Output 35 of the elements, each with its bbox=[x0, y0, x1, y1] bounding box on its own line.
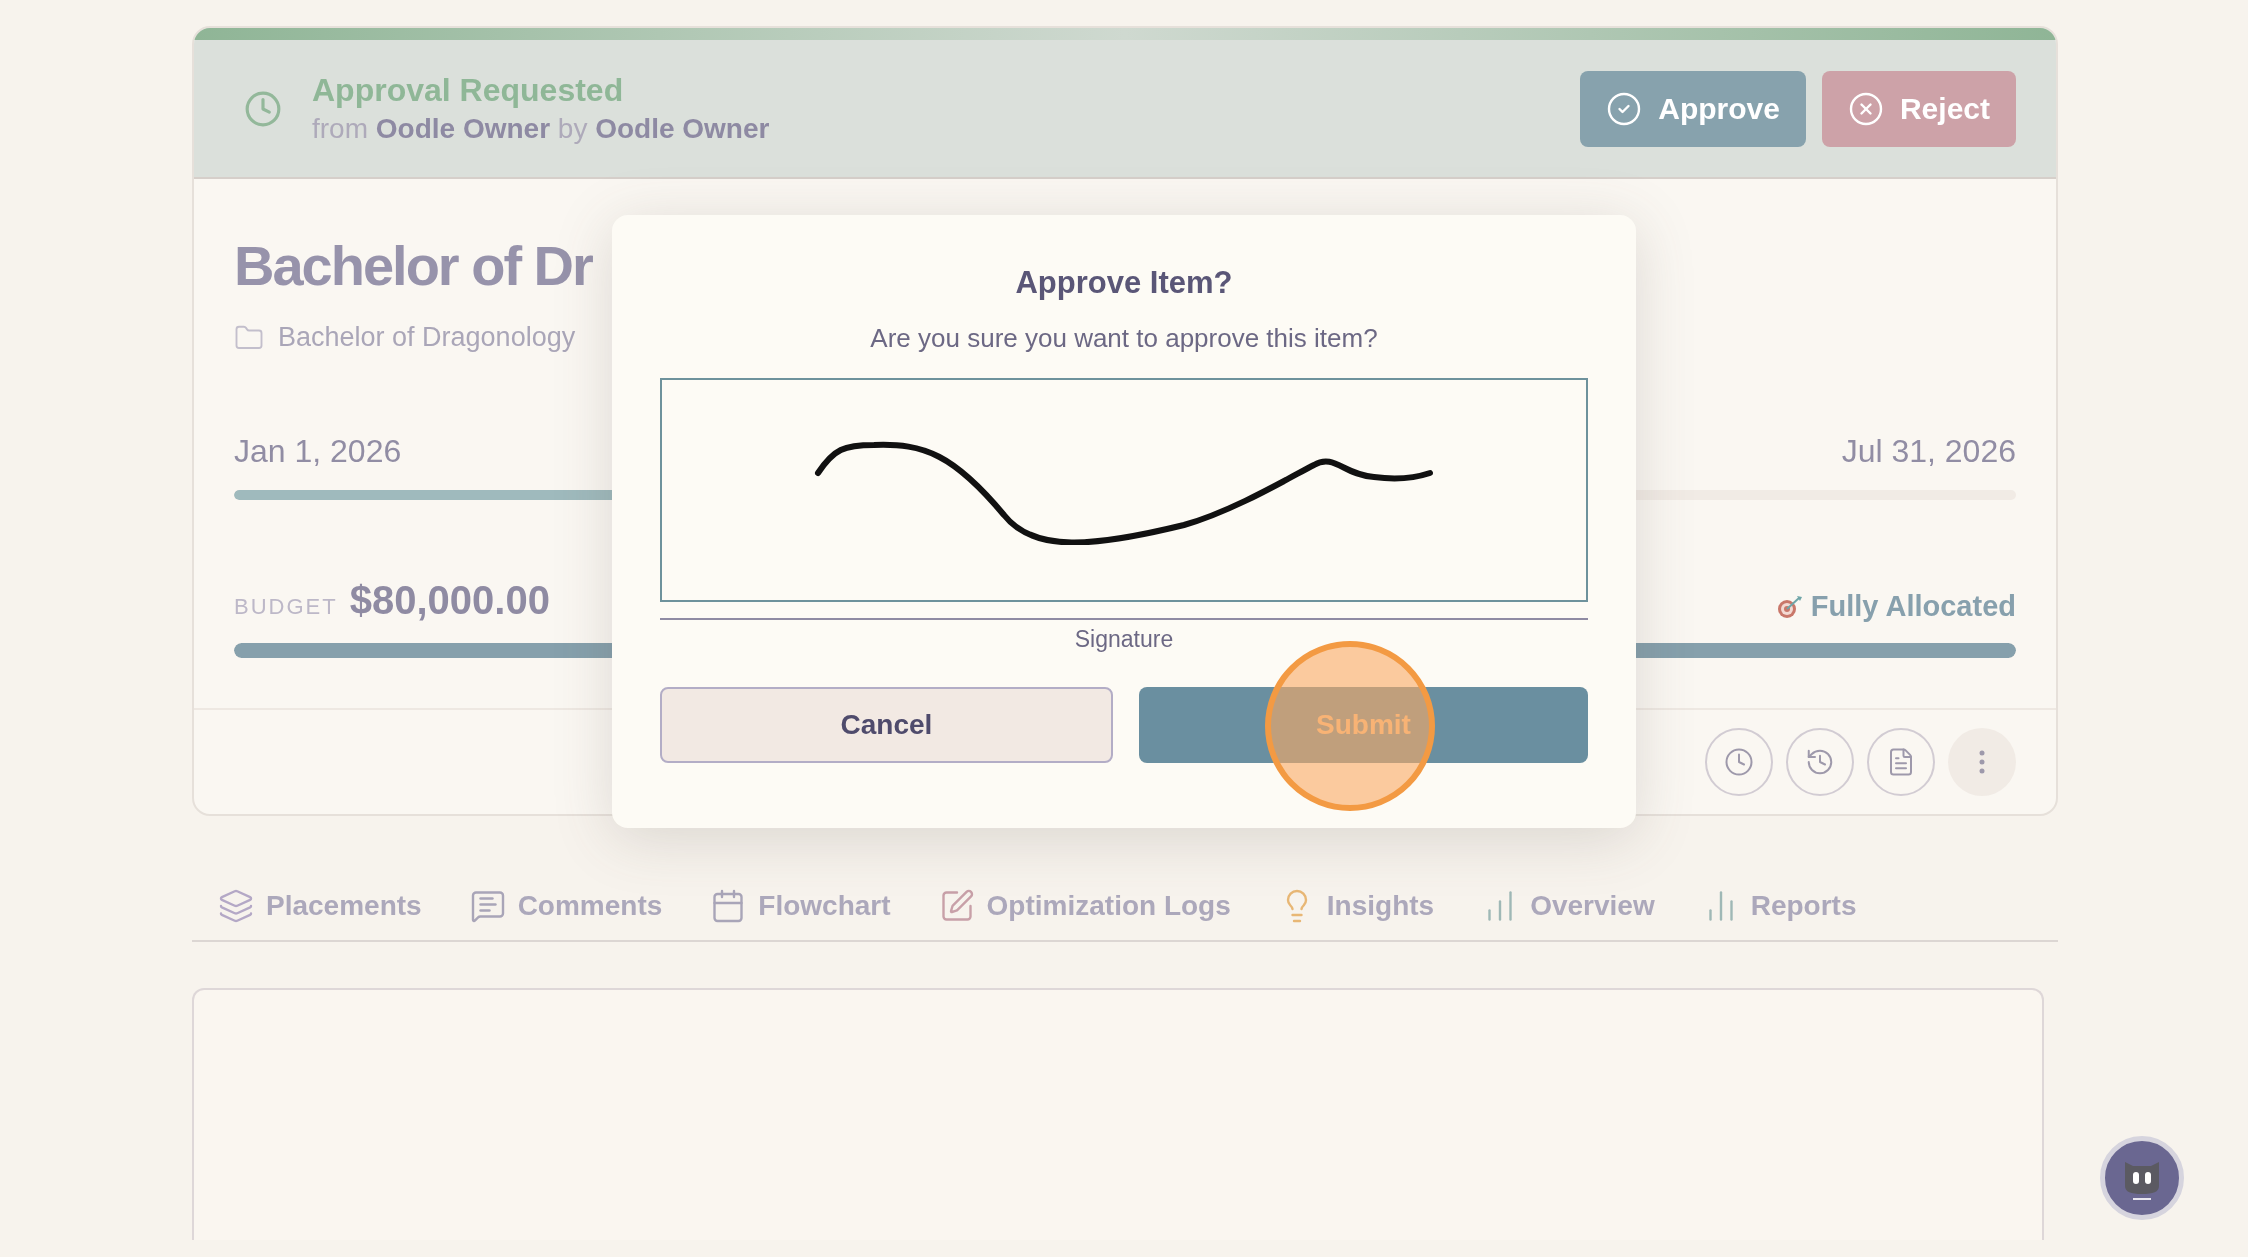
x-circle-icon bbox=[1847, 90, 1884, 127]
history-icon bbox=[1805, 747, 1835, 777]
dialog-message: Are you sure you want to approve this item? bbox=[870, 323, 1378, 354]
target-icon bbox=[1776, 594, 1803, 619]
comment-icon bbox=[469, 888, 506, 924]
history-button[interactable] bbox=[1786, 728, 1854, 796]
tab[interactable]: Reports bbox=[1702, 888, 1857, 924]
dialog-title: Approve Item? bbox=[1015, 265, 1233, 301]
submit-button[interactable]: Submit bbox=[1139, 687, 1588, 763]
signature-label: Signature bbox=[1074, 626, 1174, 653]
tab[interactable]: Overview bbox=[1482, 888, 1655, 924]
tab[interactable]: Comments bbox=[469, 888, 663, 924]
start-date: Jan 1, 2026 bbox=[234, 433, 402, 470]
approve-button[interactable]: Approve bbox=[1580, 70, 1806, 147]
tab[interactable]: Optimization Logs bbox=[938, 888, 1231, 924]
allocation-status: Fully Allocated bbox=[1810, 590, 2016, 623]
budget-label: BUDGET bbox=[234, 594, 338, 620]
clock-icon bbox=[244, 89, 282, 128]
tab[interactable]: Flowchart bbox=[710, 888, 891, 924]
layers-icon bbox=[218, 888, 254, 924]
clock-button[interactable] bbox=[1705, 728, 1773, 796]
document-button[interactable] bbox=[1867, 728, 1935, 796]
more-icon bbox=[1979, 750, 1985, 774]
budget-value: $80,000.00 bbox=[349, 578, 550, 623]
item-title: Bachelor of Dr bbox=[234, 233, 592, 298]
end-date: Jul 31, 2026 bbox=[1841, 433, 2016, 470]
cancel-button[interactable]: Cancel bbox=[660, 687, 1113, 763]
tab[interactable]: Insights bbox=[1278, 888, 1435, 924]
reject-button[interactable]: Reject bbox=[1821, 70, 2016, 147]
tab[interactable]: Placements bbox=[218, 888, 422, 924]
folder-name: Bachelor of Dragonology bbox=[278, 322, 576, 353]
check-circle-icon bbox=[1606, 90, 1643, 127]
approval-title: Approval Requested bbox=[312, 72, 625, 109]
clock-icon bbox=[1724, 747, 1754, 777]
signature-pad[interactable] bbox=[660, 378, 1588, 602]
